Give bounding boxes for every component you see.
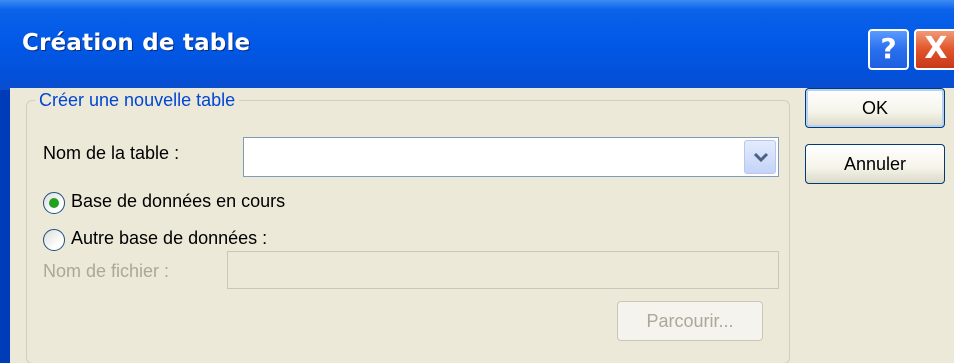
- table-name-combobox[interactable]: [243, 137, 779, 177]
- radio-current-database[interactable]: [43, 192, 65, 214]
- title-bar[interactable]: Création de table ? X: [0, 0, 954, 90]
- table-name-label: Nom de la table :: [43, 143, 180, 163]
- dialog-window: Création de table ? X Créer une nouvelle…: [0, 0, 954, 363]
- close-icon[interactable]: X: [914, 29, 954, 70]
- radio-other-database[interactable]: [43, 229, 65, 251]
- help-icon[interactable]: ?: [868, 29, 909, 70]
- radio-current-database-label[interactable]: Base de données en cours: [71, 191, 285, 212]
- cancel-button[interactable]: Annuler: [805, 144, 945, 184]
- window-title: Création de table: [22, 30, 251, 56]
- chevron-down-icon: [753, 152, 769, 163]
- file-name-input[interactable]: [227, 251, 779, 289]
- browse-button[interactable]: Parcourir...: [617, 301, 763, 341]
- group-legend: Créer une nouvelle table: [35, 90, 240, 111]
- dialog-client-area: Créer une nouvelle table Nom de la table…: [10, 88, 954, 363]
- create-table-group: Créer une nouvelle table Nom de la table…: [26, 90, 790, 363]
- radio-selected-dot: [49, 198, 59, 208]
- radio-other-database-label[interactable]: Autre base de données :: [71, 228, 267, 249]
- file-name-label: Nom de fichier :: [43, 261, 170, 281]
- dropdown-arrow-button[interactable]: [744, 140, 776, 174]
- ok-button[interactable]: OK: [805, 88, 945, 128]
